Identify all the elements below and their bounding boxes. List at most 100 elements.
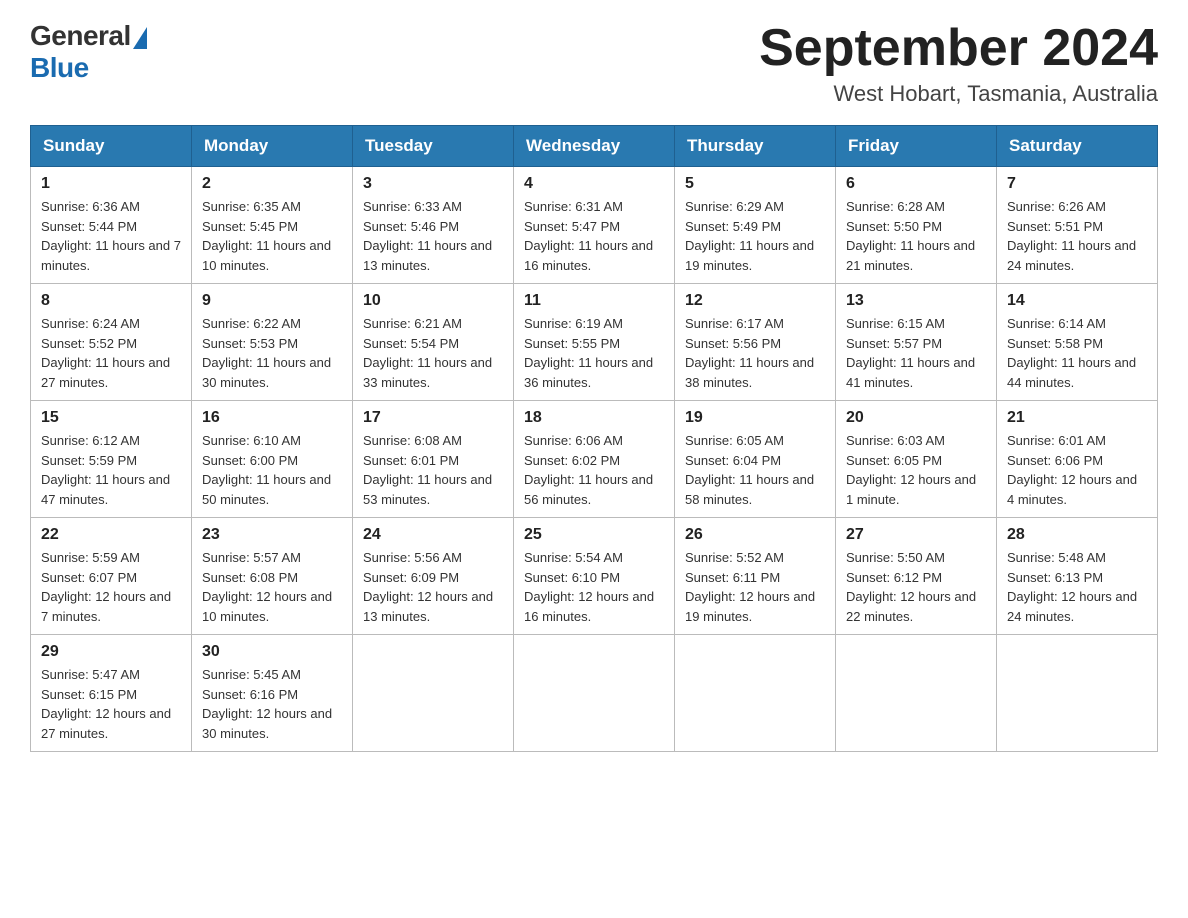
day-sunset: Sunset: 6:10 PM bbox=[524, 570, 620, 585]
day-number: 18 bbox=[524, 409, 664, 427]
logo-blue-text: Blue bbox=[30, 52, 89, 84]
day-number: 19 bbox=[685, 409, 825, 427]
day-daylight: Daylight: 11 hours and 33 minutes. bbox=[363, 355, 492, 390]
table-row: 4 Sunrise: 6:31 AM Sunset: 5:47 PM Dayli… bbox=[514, 167, 675, 284]
day-sunset: Sunset: 5:53 PM bbox=[202, 336, 298, 351]
day-daylight: Daylight: 12 hours and 10 minutes. bbox=[202, 589, 332, 624]
day-sunrise: Sunrise: 5:48 AM bbox=[1007, 550, 1106, 565]
day-number: 9 bbox=[202, 292, 342, 310]
day-number: 3 bbox=[363, 175, 503, 193]
table-row: 10 Sunrise: 6:21 AM Sunset: 5:54 PM Dayl… bbox=[353, 284, 514, 401]
table-row: 24 Sunrise: 5:56 AM Sunset: 6:09 PM Dayl… bbox=[353, 518, 514, 635]
day-daylight: Daylight: 11 hours and 27 minutes. bbox=[41, 355, 170, 390]
day-daylight: Daylight: 11 hours and 47 minutes. bbox=[41, 472, 170, 507]
day-sunrise: Sunrise: 5:45 AM bbox=[202, 667, 301, 682]
day-daylight: Daylight: 12 hours and 13 minutes. bbox=[363, 589, 493, 624]
col-tuesday: Tuesday bbox=[353, 126, 514, 167]
day-sunset: Sunset: 5:52 PM bbox=[41, 336, 137, 351]
day-sunset: Sunset: 5:57 PM bbox=[846, 336, 942, 351]
day-daylight: Daylight: 12 hours and 24 minutes. bbox=[1007, 589, 1137, 624]
day-daylight: Daylight: 11 hours and 56 minutes. bbox=[524, 472, 653, 507]
calendar-week-row: 8 Sunrise: 6:24 AM Sunset: 5:52 PM Dayli… bbox=[31, 284, 1158, 401]
table-row: 27 Sunrise: 5:50 AM Sunset: 6:12 PM Dayl… bbox=[836, 518, 997, 635]
table-row: 18 Sunrise: 6:06 AM Sunset: 6:02 PM Dayl… bbox=[514, 401, 675, 518]
day-sunset: Sunset: 6:09 PM bbox=[363, 570, 459, 585]
day-sunset: Sunset: 5:51 PM bbox=[1007, 219, 1103, 234]
day-sunset: Sunset: 5:47 PM bbox=[524, 219, 620, 234]
day-number: 7 bbox=[1007, 175, 1147, 193]
table-row: 23 Sunrise: 5:57 AM Sunset: 6:08 PM Dayl… bbox=[192, 518, 353, 635]
day-sunset: Sunset: 6:16 PM bbox=[202, 687, 298, 702]
day-sunrise: Sunrise: 6:03 AM bbox=[846, 433, 945, 448]
day-daylight: Daylight: 11 hours and 53 minutes. bbox=[363, 472, 492, 507]
col-thursday: Thursday bbox=[675, 126, 836, 167]
day-sunset: Sunset: 6:00 PM bbox=[202, 453, 298, 468]
table-row: 19 Sunrise: 6:05 AM Sunset: 6:04 PM Dayl… bbox=[675, 401, 836, 518]
calendar-week-row: 1 Sunrise: 6:36 AM Sunset: 5:44 PM Dayli… bbox=[31, 167, 1158, 284]
day-sunrise: Sunrise: 6:21 AM bbox=[363, 316, 462, 331]
day-number: 16 bbox=[202, 409, 342, 427]
day-sunrise: Sunrise: 6:35 AM bbox=[202, 199, 301, 214]
col-friday: Friday bbox=[836, 126, 997, 167]
day-sunrise: Sunrise: 5:56 AM bbox=[363, 550, 462, 565]
day-daylight: Daylight: 11 hours and 38 minutes. bbox=[685, 355, 814, 390]
table-row: 30 Sunrise: 5:45 AM Sunset: 6:16 PM Dayl… bbox=[192, 635, 353, 752]
logo: General Blue bbox=[30, 20, 147, 84]
calendar-table: Sunday Monday Tuesday Wednesday Thursday… bbox=[30, 125, 1158, 752]
day-sunset: Sunset: 6:02 PM bbox=[524, 453, 620, 468]
day-daylight: Daylight: 11 hours and 44 minutes. bbox=[1007, 355, 1136, 390]
table-row: 20 Sunrise: 6:03 AM Sunset: 6:05 PM Dayl… bbox=[836, 401, 997, 518]
day-number: 15 bbox=[41, 409, 181, 427]
day-daylight: Daylight: 11 hours and 50 minutes. bbox=[202, 472, 331, 507]
day-sunset: Sunset: 5:46 PM bbox=[363, 219, 459, 234]
table-row: 12 Sunrise: 6:17 AM Sunset: 5:56 PM Dayl… bbox=[675, 284, 836, 401]
day-daylight: Daylight: 11 hours and 24 minutes. bbox=[1007, 238, 1136, 273]
day-number: 14 bbox=[1007, 292, 1147, 310]
day-number: 12 bbox=[685, 292, 825, 310]
day-number: 22 bbox=[41, 526, 181, 544]
table-row: 5 Sunrise: 6:29 AM Sunset: 5:49 PM Dayli… bbox=[675, 167, 836, 284]
day-daylight: Daylight: 11 hours and 58 minutes. bbox=[685, 472, 814, 507]
table-row bbox=[353, 635, 514, 752]
calendar-week-row: 29 Sunrise: 5:47 AM Sunset: 6:15 PM Dayl… bbox=[31, 635, 1158, 752]
day-number: 2 bbox=[202, 175, 342, 193]
table-row bbox=[514, 635, 675, 752]
table-row: 14 Sunrise: 6:14 AM Sunset: 5:58 PM Dayl… bbox=[997, 284, 1158, 401]
day-daylight: Daylight: 11 hours and 30 minutes. bbox=[202, 355, 331, 390]
calendar-week-row: 22 Sunrise: 5:59 AM Sunset: 6:07 PM Dayl… bbox=[31, 518, 1158, 635]
col-wednesday: Wednesday bbox=[514, 126, 675, 167]
day-sunrise: Sunrise: 6:36 AM bbox=[41, 199, 140, 214]
table-row: 6 Sunrise: 6:28 AM Sunset: 5:50 PM Dayli… bbox=[836, 167, 997, 284]
day-sunrise: Sunrise: 5:50 AM bbox=[846, 550, 945, 565]
day-sunrise: Sunrise: 6:31 AM bbox=[524, 199, 623, 214]
day-sunrise: Sunrise: 6:28 AM bbox=[846, 199, 945, 214]
day-daylight: Daylight: 12 hours and 22 minutes. bbox=[846, 589, 976, 624]
day-sunrise: Sunrise: 6:14 AM bbox=[1007, 316, 1106, 331]
day-sunset: Sunset: 5:44 PM bbox=[41, 219, 137, 234]
day-number: 21 bbox=[1007, 409, 1147, 427]
day-sunrise: Sunrise: 6:22 AM bbox=[202, 316, 301, 331]
day-sunset: Sunset: 5:59 PM bbox=[41, 453, 137, 468]
day-sunrise: Sunrise: 6:17 AM bbox=[685, 316, 784, 331]
day-number: 20 bbox=[846, 409, 986, 427]
day-sunset: Sunset: 6:11 PM bbox=[685, 570, 780, 585]
day-sunrise: Sunrise: 6:33 AM bbox=[363, 199, 462, 214]
day-sunset: Sunset: 6:07 PM bbox=[41, 570, 137, 585]
day-number: 11 bbox=[524, 292, 664, 310]
title-section: September 2024 West Hobart, Tasmania, Au… bbox=[759, 20, 1158, 107]
table-row: 13 Sunrise: 6:15 AM Sunset: 5:57 PM Dayl… bbox=[836, 284, 997, 401]
day-number: 30 bbox=[202, 643, 342, 661]
day-number: 13 bbox=[846, 292, 986, 310]
table-row: 11 Sunrise: 6:19 AM Sunset: 5:55 PM Dayl… bbox=[514, 284, 675, 401]
calendar-header-row: Sunday Monday Tuesday Wednesday Thursday… bbox=[31, 126, 1158, 167]
day-sunrise: Sunrise: 6:15 AM bbox=[846, 316, 945, 331]
logo-triangle-icon bbox=[133, 27, 147, 49]
day-sunrise: Sunrise: 6:10 AM bbox=[202, 433, 301, 448]
day-number: 28 bbox=[1007, 526, 1147, 544]
table-row: 16 Sunrise: 6:10 AM Sunset: 6:00 PM Dayl… bbox=[192, 401, 353, 518]
day-daylight: Daylight: 12 hours and 7 minutes. bbox=[41, 589, 171, 624]
day-daylight: Daylight: 11 hours and 19 minutes. bbox=[685, 238, 814, 273]
day-daylight: Daylight: 11 hours and 36 minutes. bbox=[524, 355, 653, 390]
table-row: 21 Sunrise: 6:01 AM Sunset: 6:06 PM Dayl… bbox=[997, 401, 1158, 518]
day-number: 4 bbox=[524, 175, 664, 193]
